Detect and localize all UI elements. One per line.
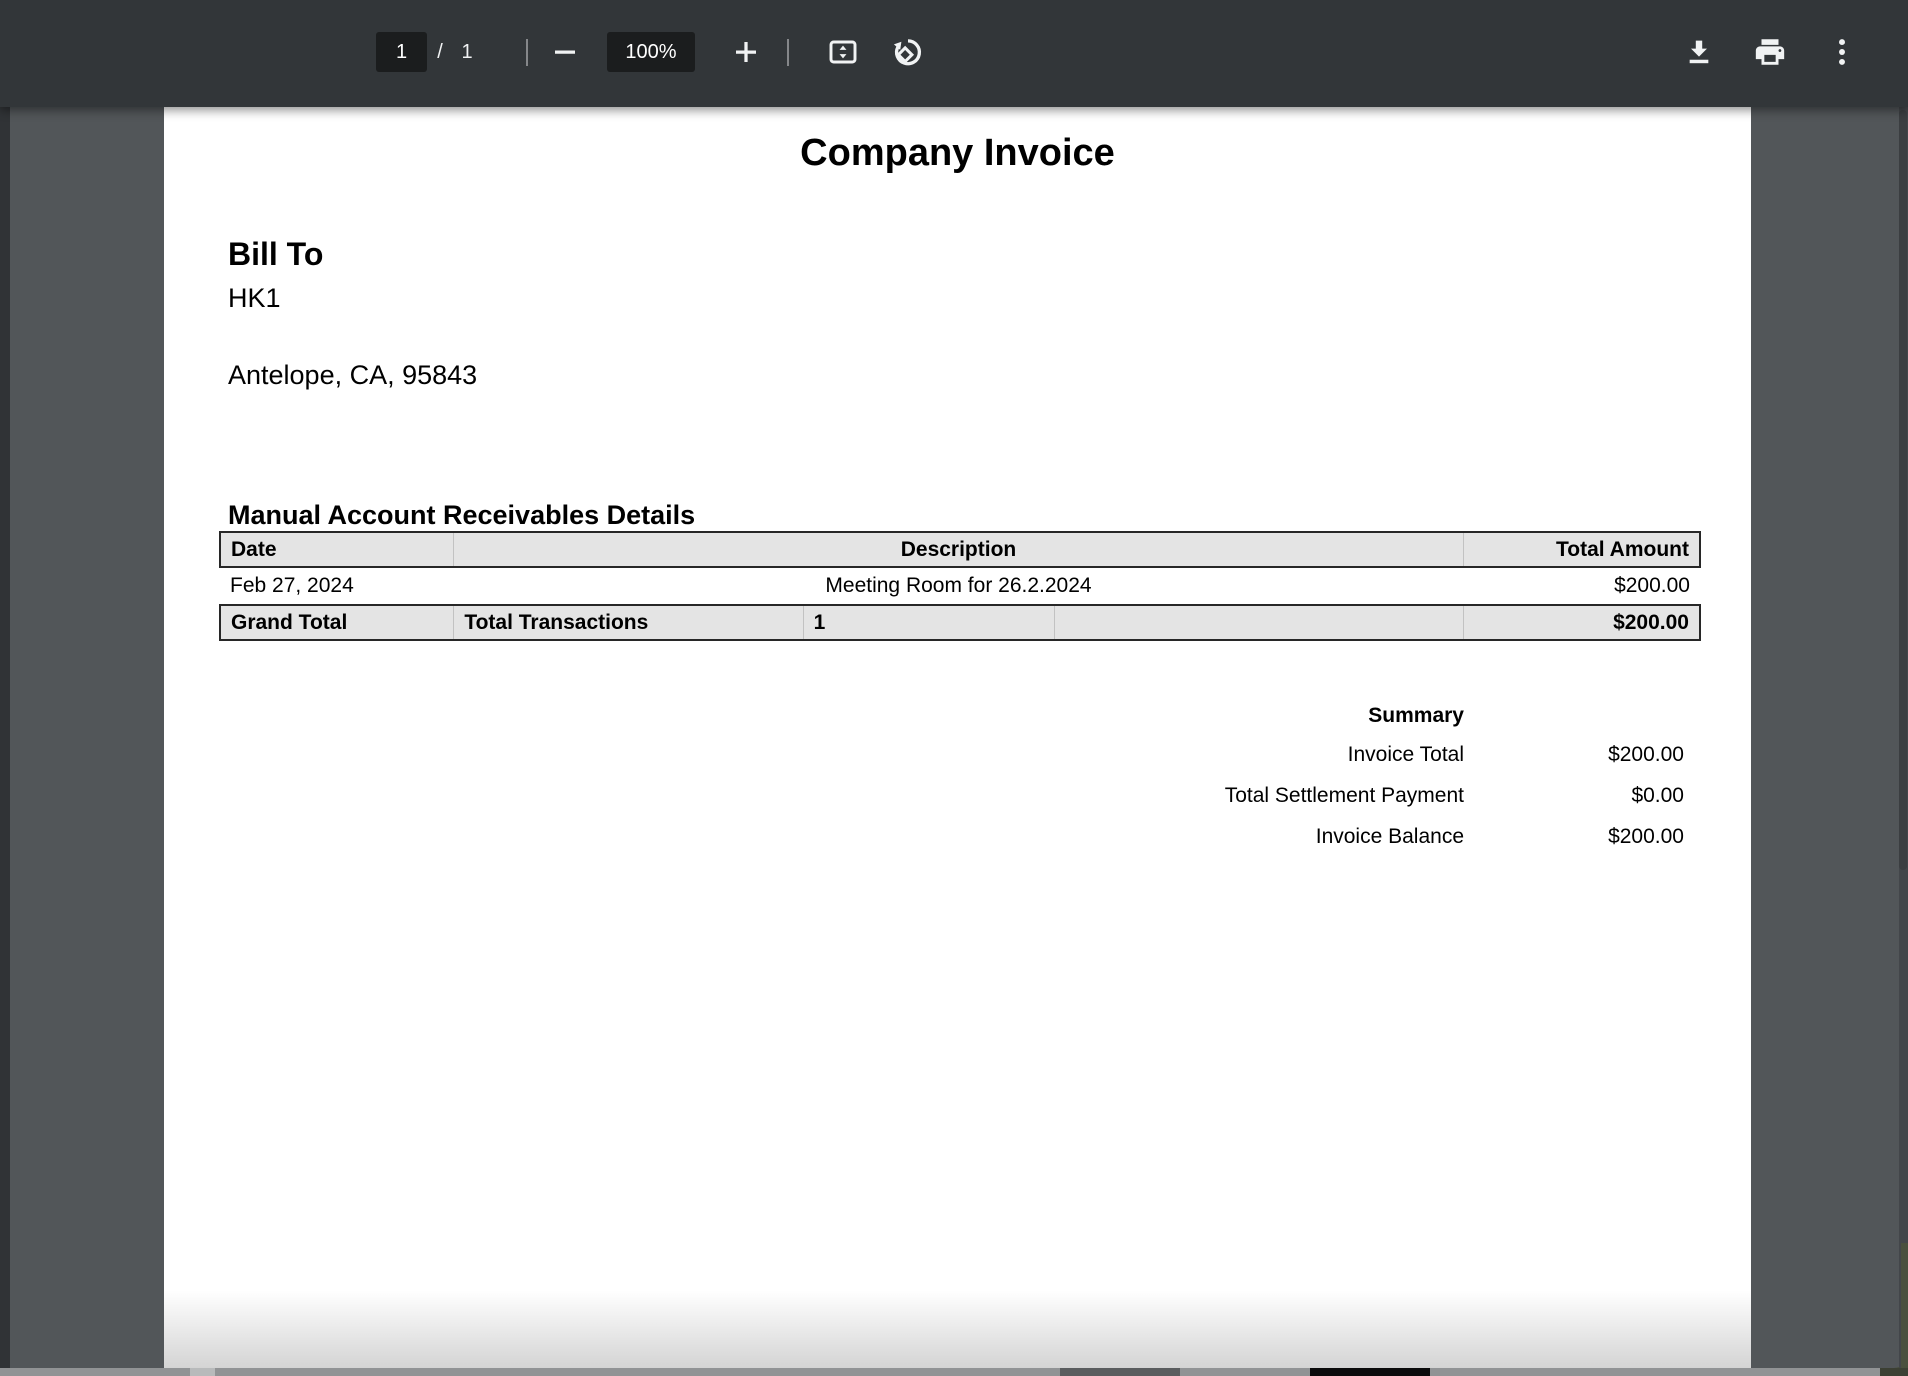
summary-value: $0.00	[1464, 775, 1684, 816]
desktop-edge-segment	[1880, 1368, 1908, 1376]
bill-to-name: HK1	[228, 283, 281, 314]
desktop-edge-segment	[1060, 1368, 1180, 1376]
summary-value: $200.00	[1464, 734, 1684, 775]
print-icon	[1753, 35, 1787, 69]
scrollbar-thumb[interactable]	[1899, 110, 1907, 870]
toolbar-separator	[787, 39, 789, 66]
table-footer-row: Grand Total Total Transactions 1 $200.00	[220, 605, 1700, 640]
print-button[interactable]	[1748, 30, 1792, 74]
footer-total-amount: $200.00	[1463, 605, 1700, 640]
zoom-out-button[interactable]	[543, 30, 587, 74]
pdf-page: Company Invoice Bill To HK1 Antelope, CA…	[164, 107, 1751, 1368]
bill-to-heading: Bill To	[228, 236, 323, 273]
bill-to-address: Antelope, CA, 95843	[228, 360, 477, 391]
pdf-toolbar: 1 / 1 100%	[0, 0, 1908, 107]
summary-row: Invoice Total $200.00	[1225, 734, 1684, 775]
summary-row: Invoice Balance $200.00	[1225, 816, 1684, 857]
cell-date: Feb 27, 2024	[220, 567, 454, 605]
fit-to-page-button[interactable]	[821, 30, 865, 74]
header-description: Description	[454, 532, 1463, 567]
download-button[interactable]	[1677, 30, 1721, 74]
plus-icon	[731, 37, 761, 67]
cell-description: Meeting Room for 26.2.2024	[454, 567, 1463, 605]
header-total-amount: Total Amount	[1463, 532, 1700, 567]
toolbar-separator	[526, 39, 528, 66]
footer-transactions-label: Total Transactions	[454, 605, 803, 640]
desktop-edge-segment	[190, 1368, 215, 1376]
page-total-count: 1	[456, 32, 478, 72]
viewer-left-edge	[0, 107, 10, 1368]
summary-label: Total Settlement Payment	[1225, 775, 1464, 816]
download-icon	[1683, 36, 1715, 68]
fit-to-page-icon	[825, 36, 861, 68]
pdf-viewer-area: Company Invoice Bill To HK1 Antelope, CA…	[0, 107, 1908, 1368]
kebab-menu-icon	[1825, 35, 1859, 69]
summary-label: Invoice Total	[1348, 734, 1464, 775]
header-date: Date	[220, 532, 454, 567]
summary-value: $200.00	[1464, 816, 1684, 857]
invoice-title: Company Invoice	[164, 132, 1751, 175]
desktop-edge-segment	[1310, 1368, 1430, 1376]
summary-label: Invoice Balance	[1316, 816, 1464, 857]
page-divider: /	[431, 32, 449, 72]
footer-spacer	[1055, 605, 1463, 640]
rotate-counterclockwise-icon	[890, 34, 926, 70]
summary-heading: Summary	[1225, 698, 1684, 734]
receivables-table: Date Description Total Amount Feb 27, 20…	[219, 531, 1701, 641]
zoom-in-button[interactable]	[724, 30, 768, 74]
desktop-bottom-edge	[0, 1368, 1908, 1376]
more-options-button[interactable]	[1822, 30, 1862, 74]
table-row: Feb 27, 2024 Meeting Room for 26.2.2024 …	[220, 567, 1700, 605]
page-number-input[interactable]: 1	[376, 32, 427, 72]
summary-row: Total Settlement Payment $0.00	[1225, 775, 1684, 816]
desktop-wallpaper-edge	[1901, 1243, 1908, 1368]
invoice-summary: Summary Invoice Total $200.00 Total Sett…	[1225, 698, 1684, 857]
table-header-row: Date Description Total Amount	[220, 532, 1700, 567]
cell-amount: $200.00	[1463, 567, 1700, 605]
footer-transactions-count: 1	[803, 605, 1055, 640]
pdf-viewer-window: { "toolbar": { "page_current": "1", "pag…	[0, 0, 1908, 1376]
scrollbar-track[interactable]	[1899, 107, 1908, 1368]
rotate-counterclockwise-button[interactable]	[886, 30, 930, 74]
receivables-heading: Manual Account Receivables Details	[228, 500, 695, 531]
minus-icon	[550, 37, 580, 67]
zoom-level-display[interactable]: 100%	[607, 32, 695, 72]
footer-grand-total-label: Grand Total	[220, 605, 454, 640]
